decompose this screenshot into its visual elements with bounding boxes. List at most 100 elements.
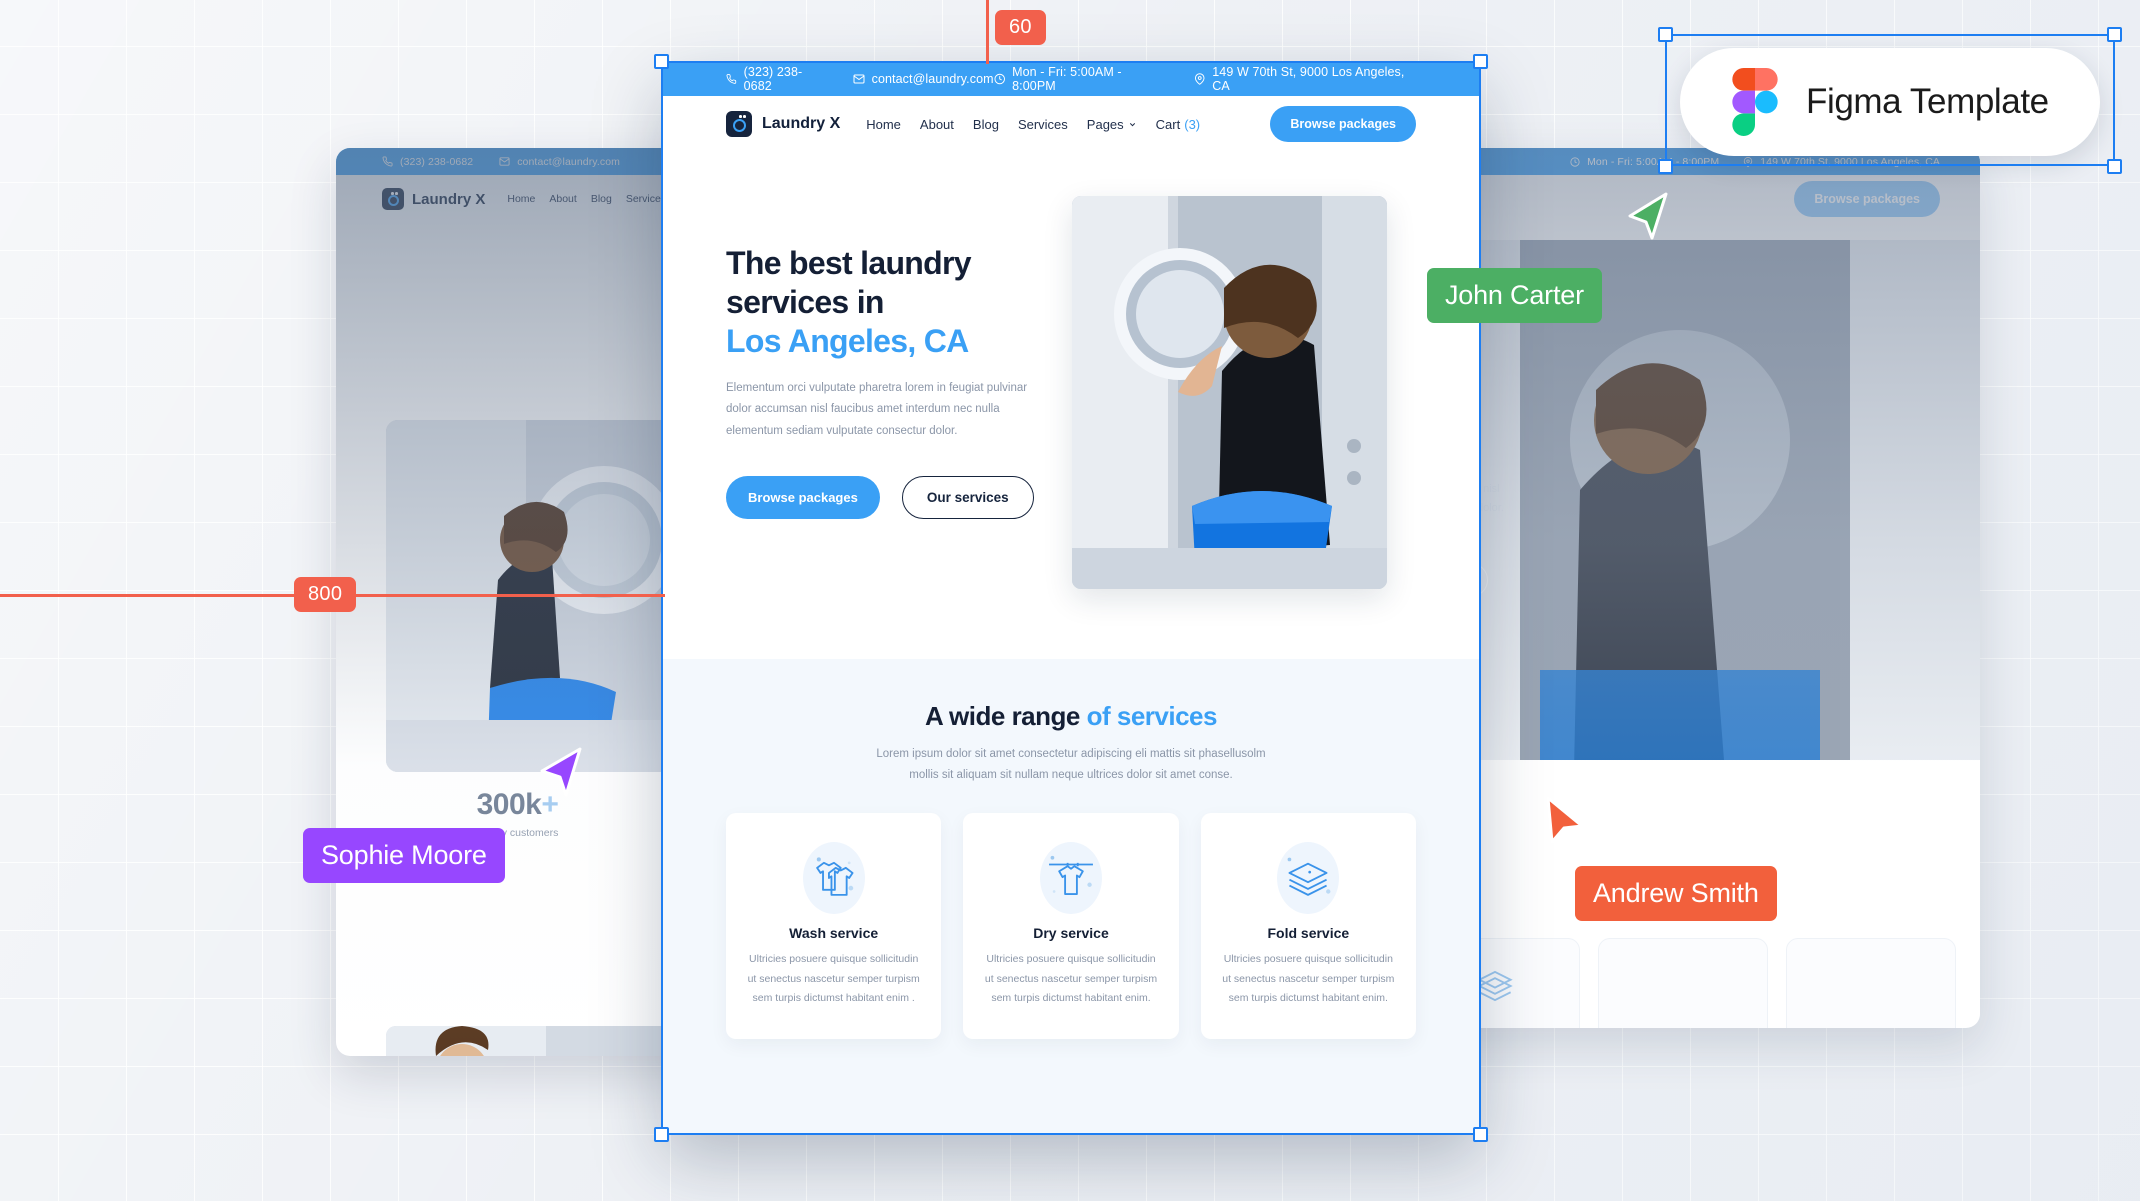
main-hero-left: The best laundry services in Los Angeles… [726, 196, 1046, 589]
measure-guide-vertical [986, 0, 989, 64]
service-card-dry-desc: Ultricies posuere quisque sollicitudin u… [984, 953, 1158, 1005]
wash-icon-wrap [744, 839, 923, 917]
main-topbar-left: (323) 238-0682 contact@laundry.com [726, 65, 994, 93]
services-heading-main: A wide range [925, 701, 1087, 731]
service-card-wash[interactable]: Wash service Ultricies posuere quisque s… [726, 813, 942, 1039]
hero-browse-packages-button[interactable]: Browse packages [726, 475, 880, 519]
figma-handle-bottom-right[interactable] [2107, 159, 2122, 174]
main-topbar: (323) 238-0682 contact@laundry.com Mon -… [662, 62, 1480, 96]
service-card-fold-title: Fold service [1267, 925, 1350, 942]
right-browse-packages-button[interactable]: Browse packages [1794, 181, 1940, 217]
laundry-machine-logo-icon [382, 188, 404, 210]
nav-item-blog[interactable]: Blog [973, 117, 999, 132]
nav-item-home[interactable]: Home [866, 117, 901, 132]
figma-logo-icon [1732, 68, 1778, 136]
cart-count-badge: (3) [1184, 116, 1201, 132]
nav-item-about[interactable]: About [920, 117, 954, 132]
service-card-fold-desc: Ultricies posuere quisque sollicitudin u… [1222, 953, 1395, 1005]
cursor-label-sophie-moore: Sophie Moore [303, 828, 505, 883]
selection-handle-top-right[interactable] [1473, 54, 1488, 69]
right-mini-cards: us egestas mauris enim id viverra. us eg… [1410, 938, 1956, 1028]
hero-title-accent: Los Angeles, CA [726, 323, 969, 360]
right-hours-text: Mon - Fri: 5:00AM - 8:00PM [1587, 155, 1720, 168]
location-pin-icon [1194, 73, 1205, 85]
left-nav-home[interactable]: Home [507, 193, 535, 205]
left-nav-services[interactable]: Services [626, 193, 666, 205]
selection-handle-bottom-left[interactable] [654, 1127, 669, 1142]
main-email-text: contact@laundry.com [871, 72, 994, 86]
service-card-wash-desc: Ultricies posuere quisque sollicitudin u… [747, 953, 920, 1005]
service-card-wash-title: Wash service [789, 925, 879, 942]
figma-handle-bottom-left[interactable] [1658, 159, 1673, 174]
right-mini-card-1-text: us egestas mauris enim id viverra. [1615, 1027, 1751, 1028]
services-heading-accent: of services [1086, 701, 1218, 731]
main-topbar-inner: (323) 238-0682 contact@laundry.com Mon -… [726, 65, 1416, 93]
laundry-machine-logo-icon [726, 111, 752, 137]
right-address-text: 149 W 70th St, 9000 Los Angeles, CA [1760, 155, 1940, 168]
main-navbar: Laundry X Home About Blog Services Pages… [662, 96, 1480, 152]
hero-our-services-button[interactable]: Our services [901, 475, 1034, 519]
left-email-text: contact@laundry.com [517, 155, 621, 168]
hero-title-line1: The best laundry [726, 245, 972, 281]
service-card-dry-title: Dry service [1033, 925, 1109, 942]
main-email: contact@laundry.com [853, 65, 994, 93]
main-address: 149 W 70th St, 9000 Los Angeles, CA [1194, 65, 1416, 93]
figma-handle-top-left[interactable] [1658, 27, 1673, 42]
left-phone: (323) 238-0682 [382, 156, 473, 168]
cursor-arrow-john-carter [1628, 192, 1668, 240]
left-nav-about[interactable]: About [549, 193, 576, 205]
nav-item-pages[interactable]: Pages [1087, 117, 1137, 132]
left-brand[interactable]: Laundry X [382, 188, 485, 210]
main-phone: (323) 238-0682 [726, 65, 821, 93]
fold-icon-wrap [1219, 839, 1398, 917]
services-section: A wide range of services Lorem ipsum dol… [662, 659, 1480, 1134]
nav-item-pages-label: Pages [1086, 116, 1124, 132]
main-topbar-right: Mon - Fri: 5:00AM - 8:00PM 149 W 70th St… [994, 65, 1416, 93]
service-cards: Wash service Ultricies posuere quisque s… [726, 813, 1416, 1039]
right-mini-card-1[interactable]: us egestas mauris enim id viverra. [1598, 938, 1768, 1028]
left-phone-text: (323) 238-0682 [400, 155, 474, 168]
measure-badge-800: 800 [294, 577, 357, 612]
chevron-down-icon [1129, 122, 1135, 126]
service-card-dry[interactable]: Dry service Ultricies posuere quisque so… [963, 813, 1179, 1039]
selection-handle-bottom-right[interactable] [1473, 1127, 1488, 1142]
hero-buttons: Browse packages Our services [726, 475, 1046, 519]
right-address: 149 W 70th St, 9000 Los Angeles, CA [1743, 156, 1940, 168]
hero-photo [1072, 196, 1387, 589]
cursor-arrow-andrew-smith [1546, 796, 1584, 844]
services-heading: A wide range of services [726, 701, 1416, 732]
right-mini-card-2[interactable]: us egestas mauris enim id viverra. [1786, 938, 1956, 1028]
selected-website-card[interactable]: (323) 238-0682 contact@laundry.com Mon -… [662, 62, 1480, 1134]
figma-handle-top-right[interactable] [2107, 27, 2122, 42]
folded-clothes-stack-icon [1287, 857, 1331, 897]
nav-item-cart-label: Cart [1155, 116, 1181, 132]
clock-icon [1570, 156, 1580, 167]
left-nav-blog[interactable]: Blog [591, 193, 612, 205]
nav-item-cart[interactable]: Cart (3) [1156, 117, 1200, 132]
left-brand-label: Laundry X [412, 190, 486, 208]
main-brand-label: Laundry X [762, 115, 841, 132]
hero-paragraph: Elementum orci vulputate pharetra lorem … [726, 382, 1028, 437]
services-subtitle: Lorem ipsum dolor sit amet consectetur a… [876, 748, 1266, 781]
main-navlinks: Home About Blog Services Pages Cart (3) [866, 117, 1200, 132]
nav-item-services[interactable]: Services [1018, 117, 1068, 132]
tshirt-wash-icon [815, 857, 854, 897]
measure-badge-60: 60 [995, 10, 1046, 45]
cursor-label-andrew-smith: Andrew Smith [1575, 866, 1777, 921]
cursor-arrow-sophie-moore [540, 747, 582, 797]
mail-icon [499, 157, 510, 166]
hero-image [1072, 196, 1387, 589]
dry-icon-wrap [981, 839, 1160, 917]
main-brand[interactable]: Laundry X [726, 111, 840, 137]
browse-packages-button[interactable]: Browse packages [1270, 106, 1416, 142]
figma-template-badge[interactable]: Figma Template [1680, 48, 2100, 156]
selection-handle-top-left[interactable] [654, 54, 669, 69]
figma-badge-label: Figma Template [1806, 82, 2049, 121]
phone-icon [382, 156, 393, 167]
mail-icon [853, 74, 865, 84]
service-card-fold[interactable]: Fold service Ultricies posuere quisque s… [1200, 813, 1416, 1039]
right-hours: Mon - Fri: 5:00AM - 8:00PM [1570, 156, 1719, 168]
right-mini-card-2-text: us egestas mauris enim id viverra. [1803, 1027, 1939, 1028]
main-hero: The best laundry services in Los Angeles… [662, 152, 1480, 589]
cursor-label-john-carter: John Carter [1427, 268, 1602, 323]
